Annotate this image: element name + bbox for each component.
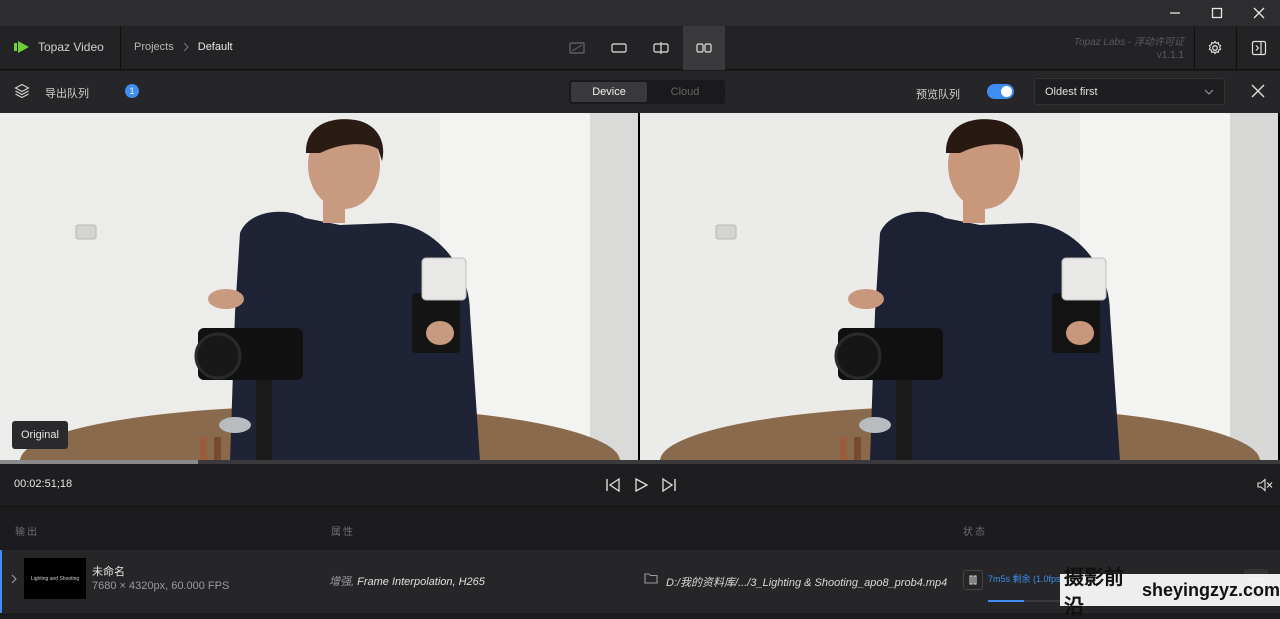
thumbnail-title: Lighting and Shooting <box>30 575 80 582</box>
original-frame-image <box>0 113 638 461</box>
maximize-icon <box>1211 7 1223 19</box>
panel-icon <box>1251 40 1267 56</box>
watermark-cn: 摄影前沿 <box>1064 567 1124 618</box>
device-tab[interactable]: Device <box>571 82 647 102</box>
export-queue-title: 导出队列 <box>45 88 89 100</box>
next-frame-button[interactable] <box>658 475 680 495</box>
breadcrumb-current: Default <box>197 41 233 53</box>
close-queue-icon[interactable] <box>1251 84 1265 98</box>
header-divider <box>1236 26 1237 70</box>
original-preview[interactable] <box>0 113 638 461</box>
job-resolution: 7680 × 4320px, 60.000 FPS <box>92 580 230 592</box>
play-icon <box>635 477 649 493</box>
step-back-icon <box>606 477 620 493</box>
close-icon <box>1253 7 1265 19</box>
maximize-button[interactable] <box>1196 0 1238 26</box>
enhanced-preview[interactable] <box>640 113 1278 461</box>
queue-table-header: 输出 属性 状态 <box>0 506 1280 550</box>
job-name: 未命名 <box>92 566 125 578</box>
play-button[interactable] <box>630 475 652 495</box>
full-frame-icon <box>611 43 627 53</box>
job-thumbnail: Lighting and Shooting <box>24 558 86 599</box>
column-output: 输出 <box>15 527 39 538</box>
job-properties: 增强, Frame Interpolation, H265 <box>329 573 485 589</box>
preview-queue-toggle[interactable] <box>987 84 1014 99</box>
job-properties-prefix: 增强, <box>329 576 355 588</box>
app-name: Topaz Video <box>38 40 104 54</box>
minimize-button[interactable] <box>1154 0 1196 26</box>
job-progress-fill <box>988 600 1024 602</box>
mute-button[interactable] <box>1254 475 1276 495</box>
column-status: 状态 <box>963 527 987 538</box>
pause-job-button[interactable] <box>963 570 983 590</box>
queue-count-badge: 1 <box>125 84 139 98</box>
device-cloud-toggle: Device Cloud <box>569 80 725 104</box>
brand-text: Topaz Labs - 浮动许可证 <box>1073 37 1184 48</box>
cloud-tab[interactable]: Cloud <box>647 82 723 102</box>
header-divider <box>120 26 121 70</box>
sort-order-select[interactable]: Oldest first <box>1034 78 1225 105</box>
view-split-button[interactable] <box>640 26 682 70</box>
column-properties: 属性 <box>331 527 355 538</box>
playback-controls: 00:02:51;18 <box>0 464 1280 506</box>
video-viewer <box>0 113 1280 461</box>
folder-icon[interactable] <box>644 572 658 584</box>
timecode: 00:02:51;18 <box>14 478 73 490</box>
original-tag: Original <box>12 421 68 449</box>
side-by-side-icon <box>696 43 712 53</box>
version-text: v1.1.1 <box>1156 50 1184 61</box>
chevron-down-icon <box>1204 89 1214 95</box>
settings-button[interactable] <box>1194 26 1236 70</box>
breadcrumb: Projects Default <box>134 41 233 53</box>
breadcrumb-projects[interactable]: Projects <box>134 41 174 53</box>
split-view-icon <box>653 42 669 54</box>
layers-icon <box>14 83 30 99</box>
job-properties-detail: Frame Interpolation, H265 <box>354 576 485 588</box>
volume-muted-icon <box>1257 478 1273 492</box>
view-fullframe-button[interactable] <box>598 26 640 70</box>
topaz-logo-icon <box>14 41 29 53</box>
minimize-icon <box>1170 12 1180 14</box>
preview-queue-label: 预览队列 <box>916 89 960 101</box>
step-forward-icon <box>662 477 676 493</box>
job-status: 7m5s 剩余 (1.0fps) <box>988 574 1064 584</box>
gear-icon <box>1208 40 1222 55</box>
license-info: Topaz Labs - 浮动许可证 v1.1.1 <box>1074 36 1184 62</box>
sort-order-value: Oldest first <box>1045 85 1098 98</box>
window-titlebar <box>0 0 1280 26</box>
watermark-latin: sheyingzyz.com <box>1141 579 1280 600</box>
view-side-by-side-button[interactable] <box>683 26 725 70</box>
single-view-icon <box>569 42 585 54</box>
previous-frame-button[interactable] <box>602 475 624 495</box>
watermark: 摄影前沿 sheyingzyz.com <box>1060 567 1280 618</box>
view-single-button[interactable] <box>556 26 598 70</box>
chevron-right-icon <box>183 42 189 52</box>
toggle-panel-button[interactable] <box>1238 26 1280 70</box>
app-logo[interactable]: Topaz Video <box>14 40 104 54</box>
output-path[interactable]: D:/我的资料库/.../3_Lighting & Shooting_apo8_… <box>666 574 947 590</box>
expand-chevron-icon[interactable] <box>10 574 18 584</box>
enhanced-frame-image <box>640 113 1278 461</box>
app-header: Topaz Video Projects Default Topaz Labs … <box>0 26 1280 70</box>
window-close-button[interactable] <box>1238 0 1280 26</box>
pause-icon <box>969 575 977 585</box>
